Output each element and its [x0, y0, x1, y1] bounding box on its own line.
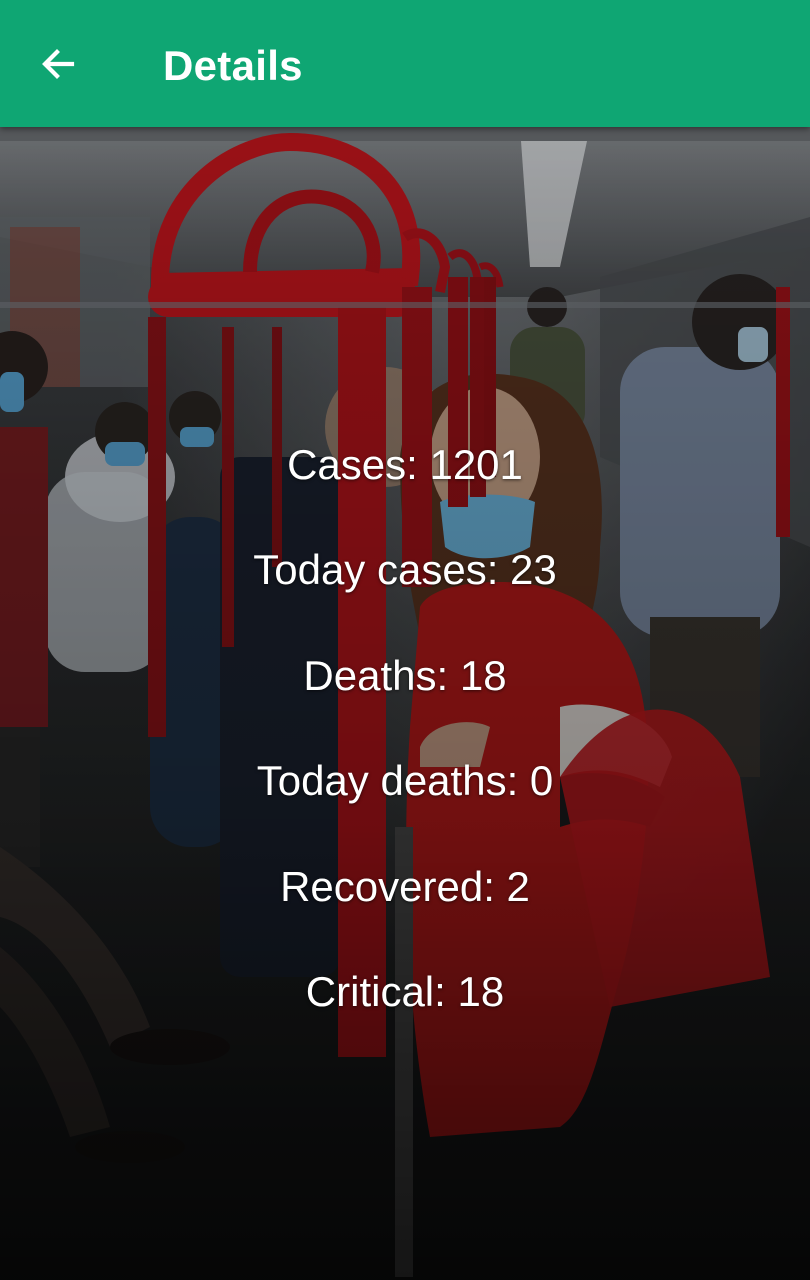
deaths-stat: Deaths: 18	[303, 652, 507, 699]
details-screen: Details Cases: 1201 Today cases: 23 Deat…	[0, 0, 810, 1280]
recovered-stat: Recovered: 2	[280, 863, 530, 910]
today-deaths-stat: Today deaths: 0	[256, 757, 554, 804]
app-bar: Details	[0, 0, 810, 127]
today-cases-stat: Today cases: 23	[253, 546, 557, 593]
cases-stat: Cases: 1201	[287, 441, 523, 488]
subway-passengers-photo	[0, 127, 810, 1280]
page-title: Details	[163, 42, 303, 89]
background-photo	[0, 127, 810, 1280]
arrow-left-icon	[42, 49, 75, 79]
critical-stat: Critical: 18	[305, 968, 505, 1015]
back-button[interactable]	[26, 32, 90, 96]
